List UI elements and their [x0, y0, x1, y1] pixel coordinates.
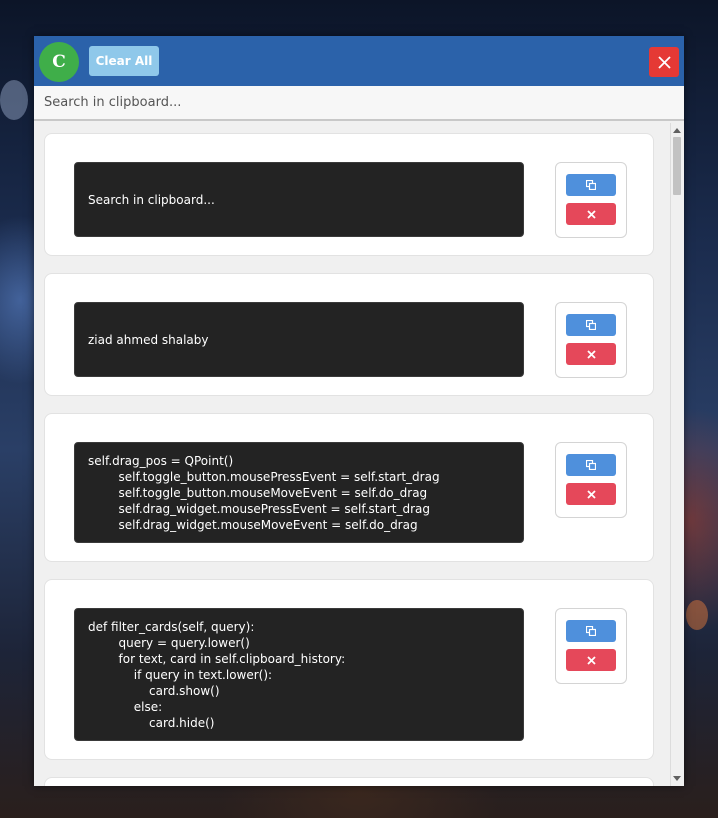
clip-snippet: self.drag_pos = QPoint() self.toggle_but…: [74, 442, 524, 543]
wallpaper-glow: [0, 80, 28, 120]
clip-actions: [555, 608, 627, 684]
scroll-down-icon[interactable]: [673, 776, 681, 781]
clip-snippet: def filter_cards(self, query): query = q…: [74, 608, 524, 741]
clipboard-window: C Clear All Search in clipboard... Searc…: [34, 36, 684, 786]
delete-icon: [586, 655, 596, 665]
clipboard-card: def filter_cards(self, query): query = q…: [44, 579, 654, 760]
clipboard-card: self.drag_pos = QPoint() self.toggle_but…: [44, 413, 654, 562]
delete-icon: [586, 209, 596, 219]
copy-button[interactable]: [566, 174, 616, 196]
copy-icon: [586, 626, 596, 636]
clip-text: self.drag_pos = QPoint() self.toggle_but…: [88, 453, 440, 532]
app-avatar: C: [39, 42, 79, 82]
clip-text: ziad ahmed shalaby: [88, 332, 209, 347]
copy-icon: [586, 460, 596, 470]
scroll-thumb[interactable]: [673, 137, 681, 195]
clip-text: def filter_cards(self, query): query = q…: [88, 619, 346, 730]
clipboard-card: Search in clipboard...: [44, 133, 654, 256]
clip-actions: [555, 162, 627, 238]
clear-all-button[interactable]: Clear All: [89, 46, 159, 76]
clip-text: Search in clipboard...: [88, 192, 215, 207]
delete-button[interactable]: [566, 343, 616, 365]
clipboard-card-partial: [44, 777, 654, 786]
clip-actions: [555, 442, 627, 518]
clip-snippet: ziad ahmed shalaby: [74, 302, 524, 377]
wallpaper-lantern: [686, 600, 708, 630]
search-input[interactable]: [34, 86, 684, 119]
clip-actions: [555, 302, 627, 378]
close-icon: [657, 55, 671, 69]
delete-button[interactable]: [566, 649, 616, 671]
search-bar: [34, 86, 684, 121]
scroll-up-icon[interactable]: [673, 128, 681, 133]
copy-button[interactable]: [566, 314, 616, 336]
delete-icon: [586, 349, 596, 359]
clip-snippet: Search in clipboard...: [74, 162, 524, 237]
copy-button[interactable]: [566, 620, 616, 642]
copy-button[interactable]: [566, 454, 616, 476]
copy-icon: [586, 320, 596, 330]
delete-button[interactable]: [566, 483, 616, 505]
window-header: C Clear All: [34, 36, 684, 86]
close-window-button[interactable]: [649, 47, 679, 77]
clipboard-card: ziad ahmed shalaby: [44, 273, 654, 396]
delete-button[interactable]: [566, 203, 616, 225]
vertical-scrollbar[interactable]: [670, 123, 684, 786]
clipboard-list: Search in clipboard... ziad ahmed shalab…: [34, 123, 670, 786]
copy-icon: [586, 180, 596, 190]
delete-icon: [586, 489, 596, 499]
